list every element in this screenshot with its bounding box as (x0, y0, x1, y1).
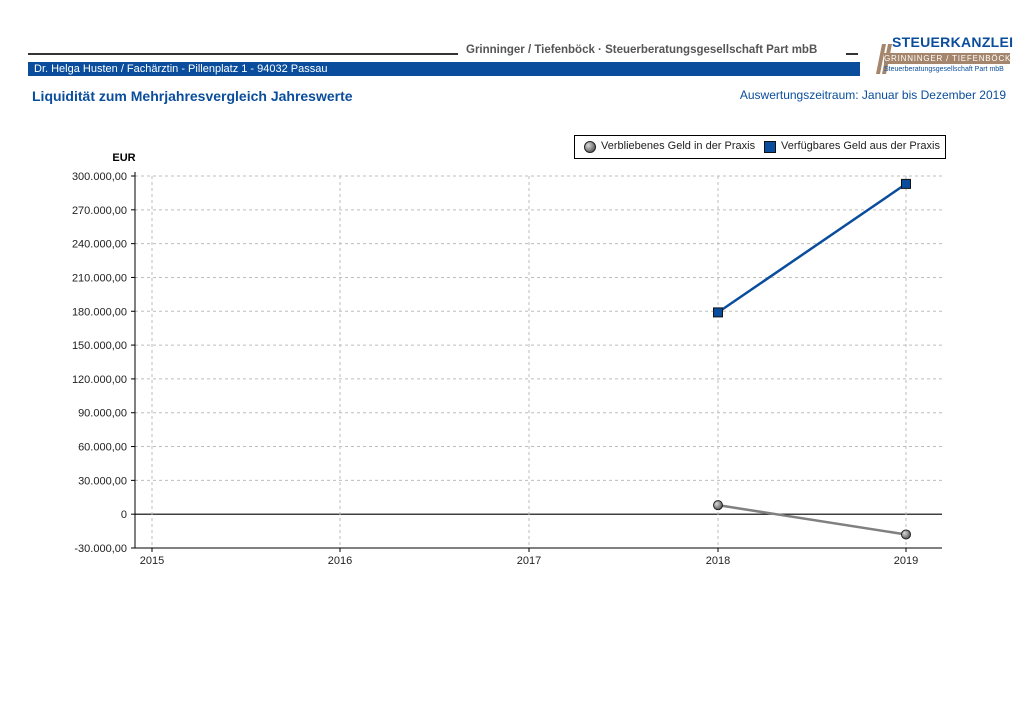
y-tick-label: 150.000,00 (72, 340, 127, 352)
x-tick-label: 2015 (140, 555, 164, 567)
legend-label-available-money: Verfügbares Geld aus der Praxis (781, 140, 940, 152)
legend-label-remaining-money: Verbliebenes Geld in der Praxis (601, 140, 756, 152)
data-point-square (713, 307, 723, 318)
y-tick-label: 120.000,00 (72, 374, 127, 386)
liquidity-line-chart: -30.000,00 0 30.000,00 60.000,00 90.000,00 12… (72, 152, 942, 567)
x-tick-label: 2016 (328, 555, 352, 567)
y-axis-label: EUR (112, 152, 135, 164)
y-tick-label: 270.000,00 (72, 205, 127, 217)
data-point-circle (901, 529, 911, 540)
y-tick-label: 90.000,00 (78, 408, 127, 420)
y-tick-label: -30.000,00 (74, 543, 127, 555)
y-tick-label: 0 (121, 509, 127, 521)
y-tick-label: 210.000,00 (72, 272, 127, 284)
y-tick-label: 30.000,00 (78, 475, 127, 487)
legend-circle-marker (584, 141, 596, 153)
x-tick-label: 2018 (706, 555, 730, 567)
series-line-1 (717, 503, 907, 536)
legend-square-marker (764, 141, 776, 153)
series-line-2 (717, 182, 907, 314)
y-tick-label: 60.000,00 (78, 442, 127, 454)
x-tick-label: 2019 (894, 555, 918, 567)
data-point-circle (713, 500, 723, 511)
data-point-square (901, 178, 911, 189)
y-tick-label: 180.000,00 (72, 306, 127, 318)
y-tick-label: 300.000,00 (72, 171, 127, 183)
chart-legend: Verbliebenes Geld in der Praxis Verfügba… (574, 135, 946, 159)
x-tick-label: 2017 (517, 555, 541, 567)
y-tick-label: 240.000,00 (72, 239, 127, 251)
